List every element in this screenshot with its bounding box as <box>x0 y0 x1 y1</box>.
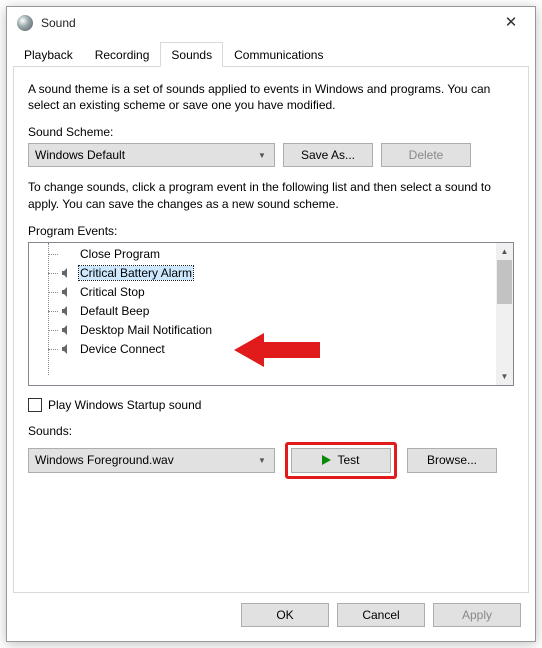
list-item[interactable]: Critical Stop <box>29 283 496 302</box>
delete-button: Delete <box>381 143 471 167</box>
titlebar: Sound ✕ <box>7 7 535 39</box>
scrollbar-vertical[interactable]: ▲ ▼ <box>496 243 513 385</box>
browse-button[interactable]: Browse... <box>407 448 497 473</box>
sound-dialog: Sound ✕ Playback Recording Sounds Commun… <box>6 6 536 642</box>
speaker-icon <box>59 266 75 280</box>
sounds-dropdown[interactable]: Windows Foreground.wav ▼ <box>28 448 275 473</box>
save-as-button[interactable]: Save As... <box>283 143 373 167</box>
speaker-icon <box>59 285 75 299</box>
speaker-icon <box>59 342 75 356</box>
window-title: Sound <box>41 16 489 30</box>
scroll-thumb[interactable] <box>497 260 512 304</box>
list-item[interactable]: Default Beep <box>29 302 496 321</box>
scheme-dropdown[interactable]: Windows Default ▼ <box>28 143 275 167</box>
dialog-buttons: OK Cancel Apply <box>7 593 535 641</box>
list-item[interactable]: Desktop Mail Notification <box>29 321 496 340</box>
theme-description: A sound theme is a set of sounds applied… <box>28 81 514 113</box>
events-list-content: Close Program Critical Battery Alarm Cri… <box>29 243 496 385</box>
scheme-value: Windows Default <box>35 148 256 162</box>
close-button[interactable]: ✕ <box>489 8 533 38</box>
program-events-list[interactable]: Close Program Critical Battery Alarm Cri… <box>28 242 514 386</box>
chevron-down-icon: ▼ <box>256 456 268 465</box>
startup-sound-label: Play Windows Startup sound <box>48 398 201 412</box>
play-icon <box>322 455 331 465</box>
list-item[interactable]: Critical Battery Alarm <box>29 264 496 283</box>
test-button[interactable]: Test <box>291 448 391 473</box>
tab-sounds[interactable]: Sounds <box>160 42 223 67</box>
events-label: Program Events: <box>28 224 514 238</box>
tab-recording[interactable]: Recording <box>84 42 161 67</box>
scroll-track[interactable] <box>496 260 513 368</box>
scheme-label: Sound Scheme: <box>28 125 514 139</box>
checkbox-box <box>28 398 42 412</box>
sound-app-icon <box>17 15 33 31</box>
tabstrip: Playback Recording Sounds Communications <box>7 39 535 67</box>
sounds-dropdown-label: Sounds: <box>28 424 514 438</box>
list-item[interactable]: Device Connect <box>29 340 496 359</box>
speaker-icon <box>59 304 75 318</box>
tab-playback[interactable]: Playback <box>13 42 84 67</box>
scroll-up-button[interactable]: ▲ <box>496 243 513 260</box>
speaker-icon <box>59 323 75 337</box>
startup-sound-checkbox[interactable]: Play Windows Startup sound <box>28 398 514 412</box>
scroll-down-button[interactable]: ▼ <box>496 368 513 385</box>
sounds-panel: A sound theme is a set of sounds applied… <box>13 66 529 593</box>
cancel-button[interactable]: Cancel <box>337 603 425 627</box>
chevron-down-icon: ▼ <box>256 151 268 160</box>
annotation-test-highlight: Test <box>285 442 397 479</box>
list-item[interactable]: Close Program <box>29 245 496 264</box>
sounds-value: Windows Foreground.wav <box>35 453 256 467</box>
ok-button[interactable]: OK <box>241 603 329 627</box>
apply-button: Apply <box>433 603 521 627</box>
tab-communications[interactable]: Communications <box>223 42 334 67</box>
change-description: To change sounds, click a program event … <box>28 179 514 211</box>
